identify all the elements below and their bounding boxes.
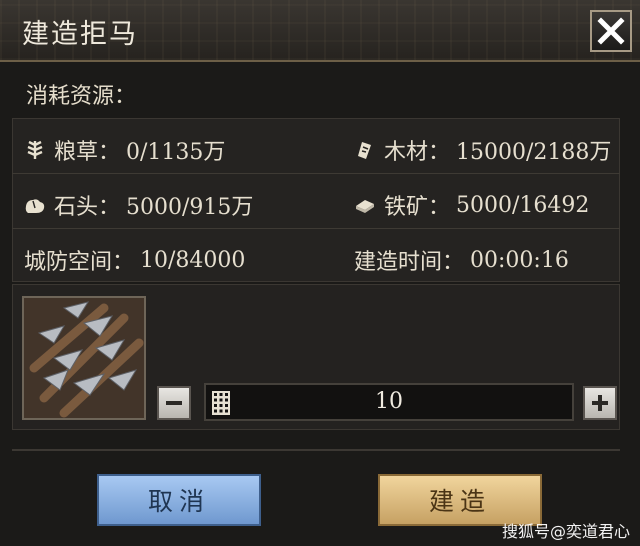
- iron-ore-icon: [356, 200, 374, 213]
- build-time-label: 建造时间：: [354, 250, 465, 275]
- defense-space-label: 城防空间：: [24, 250, 135, 275]
- quantity-input[interactable]: 10: [204, 383, 574, 421]
- stone-icon: [25, 199, 45, 213]
- wood-cost: 木材： 15000/2188万: [354, 134, 611, 166]
- grain-icon: [27, 140, 43, 159]
- decrease-button[interactable]: [157, 386, 191, 420]
- grain-value: 0/1135万: [126, 140, 226, 165]
- dialog-title: 建造拒马: [22, 19, 138, 50]
- barricade-thumbnail: [22, 296, 146, 420]
- close-button[interactable]: [590, 10, 632, 52]
- increase-button[interactable]: [583, 386, 617, 420]
- defense-space: 城防空间： 10/84000: [24, 244, 245, 276]
- iron-label: 铁矿：: [384, 195, 451, 220]
- wood-icon: [358, 142, 371, 159]
- barricade-image: [24, 298, 144, 418]
- plus-icon: [592, 395, 608, 411]
- minus-icon: [166, 401, 182, 405]
- grain-cost: 粮草： 0/1135万: [24, 134, 225, 166]
- wood-label: 木材：: [384, 140, 451, 165]
- stone-label: 石头：: [54, 195, 121, 220]
- row-divider: [12, 173, 620, 174]
- stone-cost: 石头： 5000/915万: [24, 189, 253, 221]
- iron-cost: 铁矿： 5000/16492: [354, 189, 589, 221]
- row-divider: [12, 228, 620, 229]
- grain-label: 粮草：: [54, 140, 121, 165]
- defense-space-value: 10/84000: [140, 247, 246, 273]
- iron-value: 5000/16492: [456, 192, 590, 218]
- build-time: 建造时间： 00:00:16: [354, 244, 569, 276]
- title-bar: 建造拒马: [0, 0, 640, 62]
- close-icon: [597, 17, 625, 45]
- cancel-button[interactable]: 取消: [97, 474, 261, 526]
- build-time-value: 00:00:16: [470, 247, 569, 273]
- quantity-value: 10: [375, 389, 403, 414]
- stone-value: 5000/915万: [126, 195, 254, 220]
- watermark: 搜狐号@奕道君心: [501, 522, 630, 541]
- wood-value: 15000/2188万: [456, 140, 612, 165]
- cost-section-label: 消耗资源：: [26, 84, 137, 109]
- footer-divider: [12, 449, 620, 451]
